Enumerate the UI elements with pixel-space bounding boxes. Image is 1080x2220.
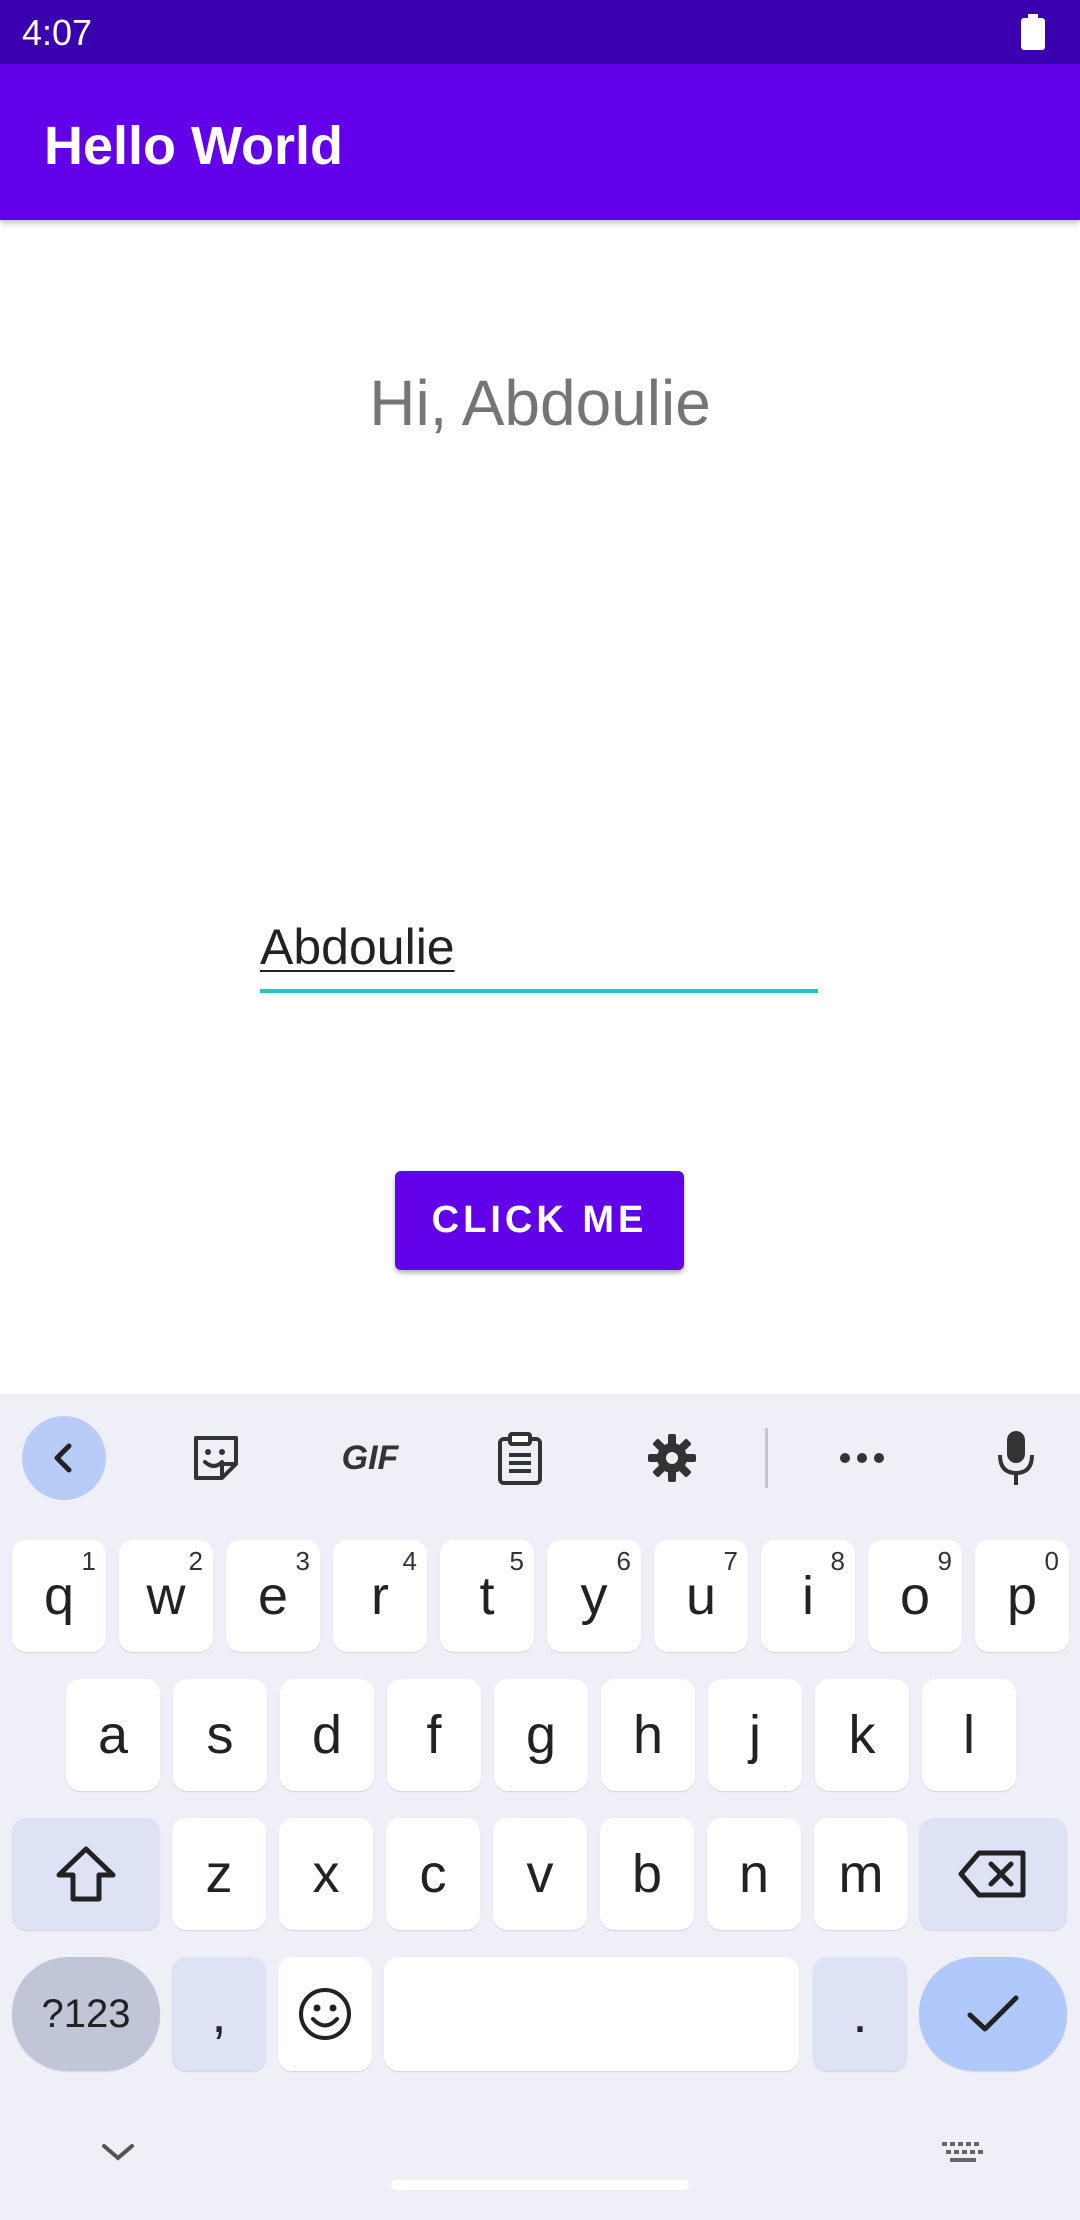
key-number-hint: 3 [295, 1546, 310, 1576]
key-label: w [146, 1566, 186, 1626]
key-g[interactable]: g [494, 1679, 588, 1791]
period-key[interactable]: . [813, 1957, 907, 2071]
key-number-hint: 4 [402, 1546, 417, 1576]
key-label: p [1006, 1566, 1038, 1626]
key-o[interactable]: o9 [868, 1540, 962, 1652]
key-number-hint: 2 [188, 1546, 203, 1576]
key-label: y [580, 1566, 608, 1626]
gif-label: GIF [341, 1438, 399, 1477]
key-n[interactable]: n [707, 1818, 801, 1930]
key-label: u [685, 1566, 717, 1626]
sticker-icon[interactable] [176, 1418, 256, 1498]
soft-keyboard [0, 1394, 1080, 2220]
key-x[interactable]: x [279, 1818, 373, 1930]
click-me-button[interactable]: CLICK ME [395, 1171, 684, 1270]
key-t[interactable]: t5 [440, 1540, 534, 1652]
key-number-hint: 6 [616, 1546, 631, 1576]
gif-icon[interactable]: GIF [328, 1418, 412, 1498]
key-m[interactable]: m [814, 1818, 908, 1930]
key-l[interactable]: l [922, 1679, 1016, 1791]
shift-key[interactable] [12, 1818, 160, 1930]
emoji-icon [299, 1988, 351, 2040]
key-label: o [899, 1566, 931, 1626]
key-p[interactable]: p0 [975, 1540, 1069, 1652]
enter-key[interactable] [919, 1957, 1067, 2071]
key-b[interactable]: b [600, 1818, 694, 1930]
key-z[interactable]: z [172, 1818, 266, 1930]
app-title: Hello World [44, 116, 344, 176]
back-arrow-icon[interactable] [22, 1416, 106, 1500]
key-u[interactable]: u7 [654, 1540, 748, 1652]
key-s[interactable]: s [173, 1679, 267, 1791]
more-icon[interactable] [822, 1418, 902, 1498]
emoji-key[interactable] [278, 1957, 372, 2071]
status-time: 4:07 [22, 12, 93, 53]
toolbar-divider [765, 1428, 768, 1488]
greeting-text: Hi, Abdoulie [369, 367, 711, 439]
key-number-hint: 1 [81, 1546, 96, 1576]
mic-icon[interactable] [976, 1418, 1056, 1498]
key-a[interactable]: a [66, 1679, 160, 1791]
key-d[interactable]: d [280, 1679, 374, 1791]
checkmark-icon [967, 1995, 1019, 2032]
key-c[interactable]: c [386, 1818, 480, 1930]
key-v[interactable]: v [493, 1818, 587, 1930]
key-label: r [371, 1566, 389, 1626]
comma-key[interactable]: , [172, 1957, 266, 2071]
key-e[interactable]: e3 [226, 1540, 320, 1652]
status-bar [0, 0, 1080, 64]
key-number-hint: 0 [1044, 1546, 1059, 1576]
key-q[interactable]: q1 [12, 1540, 106, 1652]
clipboard-icon[interactable] [480, 1418, 560, 1498]
key-w[interactable]: w2 [119, 1540, 213, 1652]
home-indicator[interactable] [391, 2180, 689, 2190]
key-y[interactable]: y6 [547, 1540, 641, 1652]
key-h[interactable]: h [601, 1679, 695, 1791]
symbols-key[interactable]: ?123 [12, 1957, 160, 2071]
key-number-hint: 8 [830, 1546, 845, 1576]
key-number-hint: 5 [509, 1546, 524, 1576]
name-input[interactable] [260, 905, 818, 993]
key-number-hint: 7 [723, 1546, 738, 1576]
key-label: q [43, 1566, 75, 1626]
battery-full-icon [1021, 14, 1045, 50]
backspace-key[interactable] [919, 1818, 1067, 1930]
key-label: e [257, 1566, 289, 1626]
key-r[interactable]: r4 [333, 1540, 427, 1652]
space-key[interactable] [384, 1957, 799, 2071]
keyboard-switch-icon[interactable] [940, 2140, 986, 2173]
key-k[interactable]: k [815, 1679, 909, 1791]
hide-keyboard-chevron-icon[interactable] [96, 2138, 140, 2171]
key-number-hint: 9 [937, 1546, 952, 1576]
key-label: i [802, 1566, 814, 1626]
key-f[interactable]: f [387, 1679, 481, 1791]
key-label: t [479, 1566, 495, 1626]
settings-icon[interactable] [632, 1418, 712, 1498]
key-j[interactable]: j [708, 1679, 802, 1791]
key-i[interactable]: i8 [761, 1540, 855, 1652]
